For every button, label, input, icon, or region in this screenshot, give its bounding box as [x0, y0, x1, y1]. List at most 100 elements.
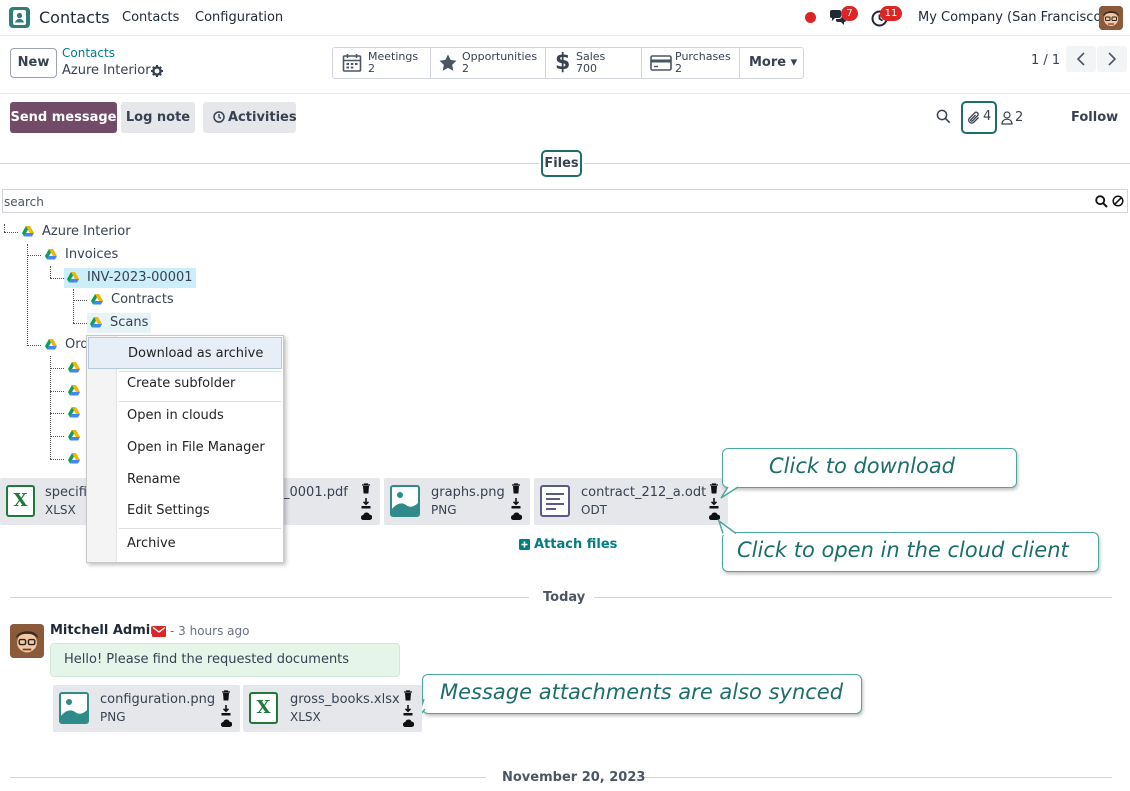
pager-previous-button[interactable]: [1066, 46, 1096, 72]
trash-icon[interactable]: [221, 690, 233, 701]
app-title[interactable]: Contacts: [39, 8, 110, 27]
smart-buttons-bar: Meetings 2 Opportunities 2 $ Sales 700 P…: [332, 47, 804, 79]
follow-button[interactable]: Follow: [1071, 110, 1118, 125]
folder-context-menu: Download as archive Create subfolder Ope…: [86, 335, 284, 563]
tree-connector: [73, 323, 87, 324]
purchases-label: Purchases: [675, 50, 731, 63]
send-message-button[interactable]: Send message: [10, 102, 117, 133]
smart-button-opportunities[interactable]: Opportunities 2: [431, 48, 546, 78]
menu-item-download-archive[interactable]: Download as archive: [88, 337, 282, 369]
cloud-icon[interactable]: [361, 512, 373, 520]
breadcrumb-parent[interactable]: Contacts: [62, 46, 115, 60]
tree-node-orders[interactable]: Ord: [45, 335, 89, 355]
activities-badge: 11: [880, 6, 902, 21]
callout-cloud-client: Click to open in the cloud client: [722, 532, 1099, 572]
tree-node-order-child[interactable]: [68, 449, 88, 469]
image-file-icon: [59, 692, 89, 724]
menu-item-create-subfolder[interactable]: Create subfolder: [88, 368, 282, 400]
message-attachment-card[interactable]: X gross_books.xlsx XLSX: [243, 685, 422, 732]
tree-node-contracts[interactable]: Contracts: [91, 290, 174, 310]
menu-contacts[interactable]: Contacts: [122, 10, 179, 25]
download-icon[interactable]: [221, 705, 233, 716]
attachment-name: _0001.pdf: [283, 485, 348, 500]
tree-node-label: Invoices: [65, 247, 119, 262]
menu-item-open-in-clouds[interactable]: Open in clouds: [88, 400, 282, 432]
menu-item-open-file-manager[interactable]: Open in File Manager: [88, 432, 282, 464]
attachment-name: configuration.png: [100, 692, 216, 707]
google-drive-icon: [91, 294, 103, 305]
attachment-card[interactable]: X specifi XLSX: [0, 478, 90, 525]
tree-connector: [4, 232, 18, 233]
new-button[interactable]: New: [10, 48, 57, 78]
gear-icon[interactable]: [151, 65, 163, 77]
contacts-app-icon[interactable]: [9, 7, 30, 28]
attachment-card[interactable]: contract_212_a.odt ODT: [534, 478, 728, 525]
message-author[interactable]: Mitchell Admin: [50, 623, 159, 638]
excel-file-icon: X: [249, 692, 278, 724]
menu-item-edit-settings[interactable]: Edit Settings: [88, 495, 282, 527]
messages-badge: 7: [841, 6, 858, 21]
download-icon[interactable]: [403, 705, 415, 716]
menu-item-rename[interactable]: Rename: [88, 464, 282, 496]
trash-icon[interactable]: [361, 483, 373, 494]
activities-button[interactable]: Activities: [203, 102, 297, 133]
opportunities-label: Opportunities: [462, 50, 538, 63]
pager-value[interactable]: 1 / 1: [1031, 53, 1060, 68]
tree-node-invoices[interactable]: Invoices: [45, 245, 118, 265]
date-separator-today: Today: [543, 590, 586, 605]
tree-node-order-child[interactable]: [68, 358, 88, 378]
cloud-icon[interactable]: [221, 719, 233, 727]
attachment-actions: [403, 690, 415, 727]
trash-icon[interactable]: [511, 483, 523, 494]
tree-node-order-child[interactable]: [68, 403, 88, 423]
tree-node-root[interactable]: Azure Interior: [22, 222, 131, 242]
pager-next-button[interactable]: [1097, 46, 1127, 72]
message-attachment-card[interactable]: configuration.png PNG: [53, 685, 240, 732]
smart-button-purchases[interactable]: Purchases 2: [642, 48, 740, 78]
author-avatar[interactable]: [10, 624, 44, 658]
search-icon[interactable]: [1095, 195, 1108, 208]
tree-connector: [50, 391, 64, 392]
folder-search-input[interactable]: search: [2, 189, 1128, 213]
status-indicator-dot[interactable]: [805, 12, 816, 23]
attach-files-button[interactable]: Attach files: [519, 537, 617, 552]
tree-node-order-child[interactable]: [68, 426, 88, 446]
cloud-icon[interactable]: [511, 512, 523, 520]
tree-node-scans[interactable]: Scans: [87, 313, 152, 333]
download-icon[interactable]: [511, 498, 523, 509]
google-drive-icon: [68, 407, 80, 418]
date-separator-older: November 20, 2023: [502, 770, 646, 785]
trash-icon[interactable]: [403, 690, 415, 701]
tree-node-order-child[interactable]: [68, 381, 88, 401]
message-timestamp: - 3 hours ago: [170, 624, 250, 638]
attachment-type: ODT: [581, 503, 608, 517]
search-icon[interactable]: [936, 109, 951, 124]
user-avatar[interactable]: [1099, 6, 1123, 30]
image-file-icon: [390, 485, 420, 517]
smart-button-meetings[interactable]: Meetings 2: [333, 48, 431, 78]
log-note-button[interactable]: Log note: [121, 102, 195, 133]
menu-configuration[interactable]: Configuration: [195, 10, 283, 25]
attachments-button[interactable]: 4: [961, 101, 997, 134]
control-panel: New Contacts Azure Interior Meetings 2 O…: [0, 37, 1130, 94]
attachment-type: PNG: [100, 710, 126, 724]
clear-search-icon[interactable]: [1112, 195, 1124, 207]
attachment-card[interactable]: graphs.png PNG: [384, 478, 530, 525]
more-dropdown-button[interactable]: More ▾: [749, 55, 797, 70]
files-section-header[interactable]: Files: [541, 150, 582, 177]
menu-item-archive[interactable]: Archive: [88, 528, 282, 560]
company-switcher[interactable]: My Company (San Francisco): [918, 10, 1106, 25]
tree-node-inv-2023-00001[interactable]: INV-2023-00001: [64, 268, 196, 288]
cloud-icon[interactable]: [403, 719, 415, 727]
smart-button-sales[interactable]: $ Sales 700: [546, 48, 642, 78]
tree-node-label: Scans: [110, 315, 149, 330]
callout-pointer: [716, 519, 740, 535]
google-drive-icon: [68, 453, 80, 464]
top-navbar: Contacts Contacts Configuration 7 11 My …: [0, 0, 1130, 36]
message-body: Hello! Please find the requested documen…: [50, 643, 400, 699]
download-icon[interactable]: [361, 498, 373, 509]
paperclip-icon: [967, 110, 981, 126]
tree-node-label: Azure Interior: [42, 224, 131, 239]
attachment-card[interactable]: _0001.pdf: [280, 478, 380, 525]
sales-count: 700: [576, 62, 597, 75]
